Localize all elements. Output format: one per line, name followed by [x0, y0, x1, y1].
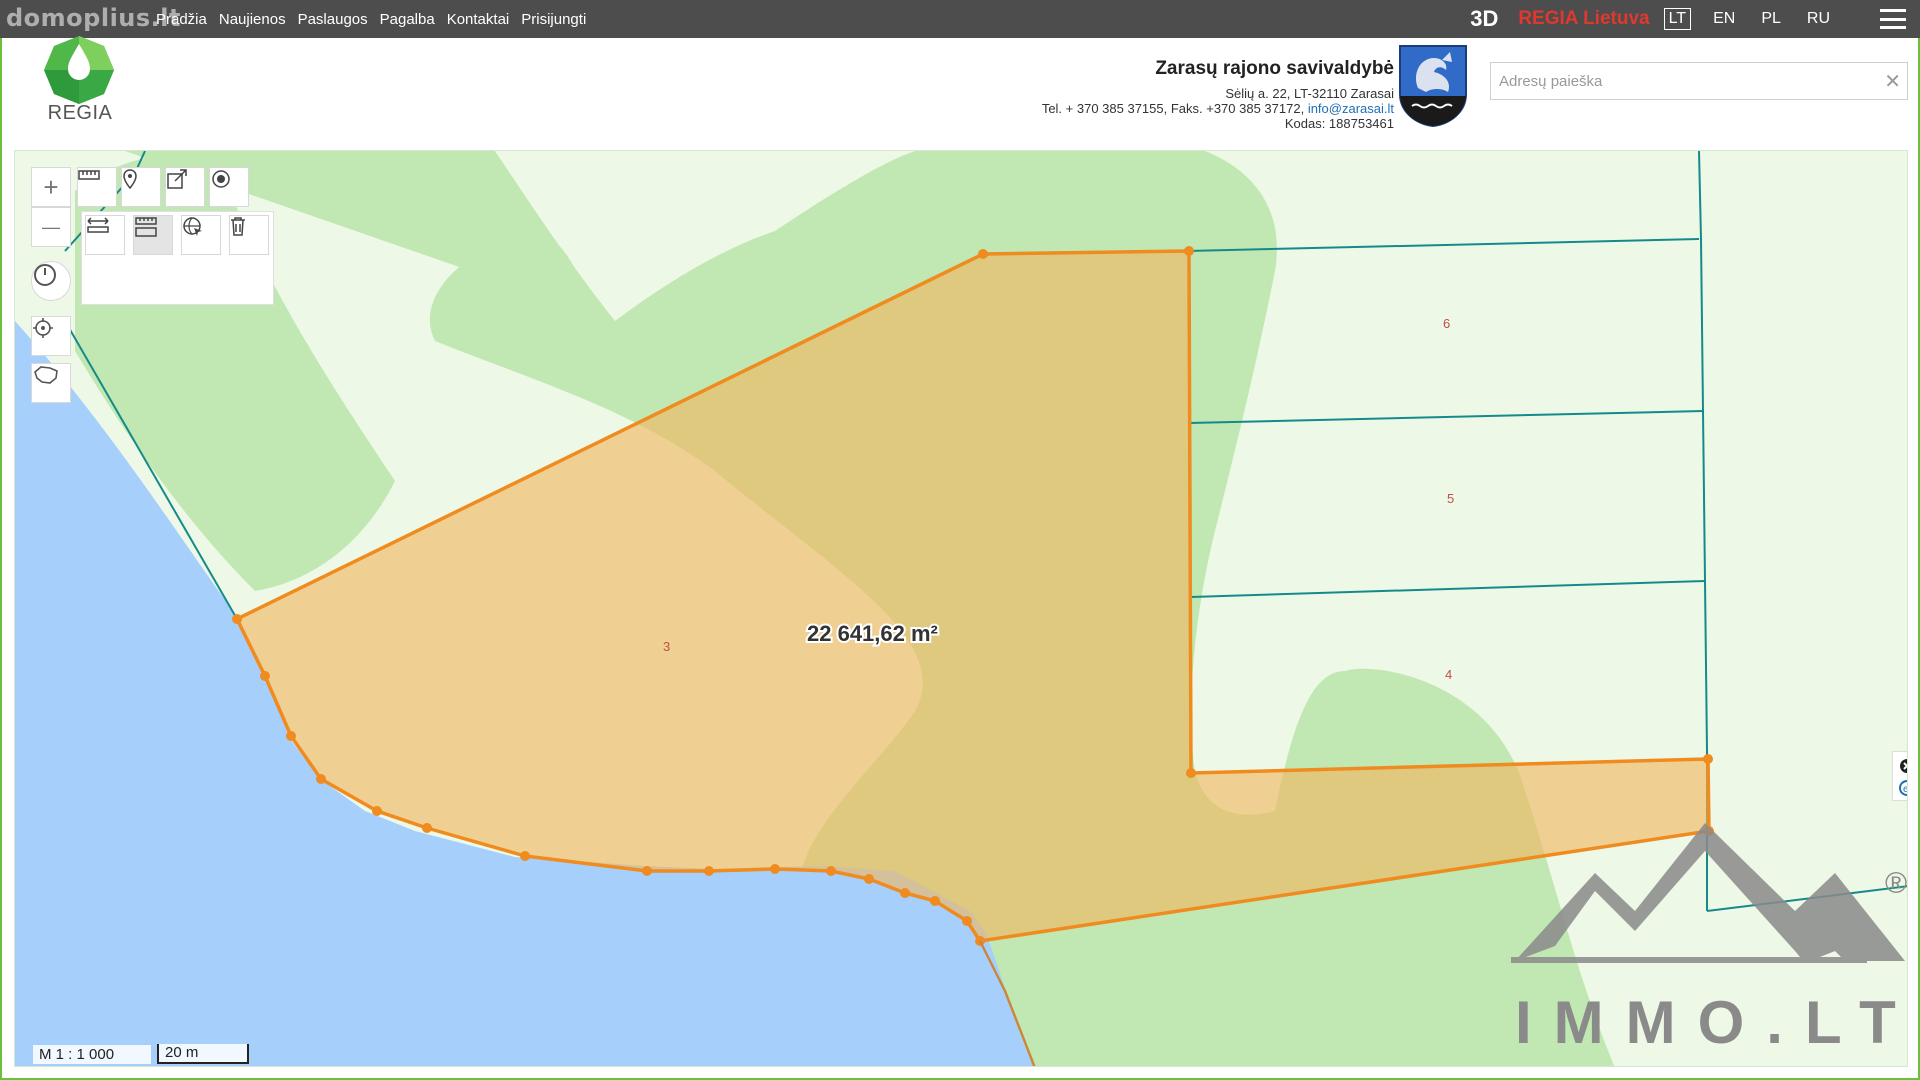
immo-brand-text: IMMO.LT: [1515, 989, 1908, 1056]
nav-help[interactable]: Pagalba: [380, 11, 435, 28]
clock-icon: [34, 264, 56, 286]
globe-cursor-icon: [183, 217, 202, 236]
hamburger-menu-icon[interactable]: [1880, 9, 1906, 29]
zoom-out-button[interactable]: —: [31, 207, 71, 247]
address-search-input[interactable]: [1491, 63, 1871, 99]
map-scale: M 1 : 1 000 20 m: [33, 1043, 249, 1065]
municipality-name: Zarasų rajono savivaldybė: [1155, 58, 1394, 79]
clear-search-icon[interactable]: ✕: [1884, 69, 1901, 94]
lang-lt[interactable]: LT: [1663, 8, 1692, 30]
delete-tool-button[interactable]: [229, 215, 269, 255]
top-right-controls: 3D REGIA Lietuva LT EN PL RU: [1470, 0, 1906, 38]
parcel-number-5: 5: [1447, 491, 1454, 506]
registered-mark: ®: [1885, 867, 1907, 900]
3d-mode-button[interactable]: 3D: [1470, 6, 1498, 32]
main-nav: Pradžia Naujienos Paslaugos Pagalba Kont…: [156, 0, 586, 38]
locate-button[interactable]: [31, 316, 71, 356]
ruler-tool-button[interactable]: [77, 167, 117, 207]
nav-services[interactable]: Paslaugos: [298, 11, 368, 28]
top-navigation-bar: domoplius.lt Pradžia Naujienos Paslaugos…: [0, 0, 1920, 38]
parcel-number-6: 6: [1443, 316, 1450, 331]
pin-icon: [123, 169, 137, 190]
address-search-box: ✕: [1490, 62, 1908, 100]
municipality-phones: Tel. + 370 385 37155, Faks. +370 385 371…: [1041, 101, 1394, 116]
target-icon: [212, 170, 230, 188]
municipality-crest-icon: [1399, 45, 1467, 128]
area-tool-button[interactable]: [133, 215, 173, 255]
lithuania-map-icon: [34, 366, 58, 384]
svg-text:e: e: [1903, 784, 1908, 795]
point-tool-button[interactable]: [209, 167, 249, 207]
zoom-in-button[interactable]: +: [31, 167, 71, 207]
history-button[interactable]: [31, 261, 71, 301]
nav-contacts[interactable]: Kontaktai: [447, 11, 510, 28]
municipality-code: Kodas: 188753461: [1284, 116, 1394, 131]
municipality-address: Sėlių a. 22, LT-32110 Zarasai: [1225, 86, 1394, 101]
regia-lietuva-link[interactable]: REGIA Lietuva: [1518, 8, 1649, 30]
marker-tool-button[interactable]: [121, 167, 161, 207]
crosshair-icon: [33, 318, 53, 338]
nav-news[interactable]: Naujienos: [219, 11, 286, 28]
area-measurement-label: 22 641,62 m²: [807, 621, 938, 646]
scale-ratio: M 1 : 1 000: [33, 1044, 151, 1064]
distance-tool-button[interactable]: [85, 215, 125, 255]
map-canvas[interactable]: 3 4 5 6 22 641,62 m² IMMO.LT ®: [15, 151, 1908, 1067]
lang-en[interactable]: EN: [1709, 9, 1739, 29]
nav-home[interactable]: Pradžia: [156, 11, 207, 28]
distance-icon: [87, 217, 109, 233]
country-extent-button[interactable]: [31, 363, 71, 403]
scale-bar: 20 m: [157, 1044, 249, 1064]
area-measure-icon: [135, 217, 157, 237]
municipality-info: Zarasų rajono savivaldybė Sėlių a. 22, L…: [1042, 58, 1394, 131]
nav-login[interactable]: Prisijungti: [521, 11, 586, 28]
lang-pl[interactable]: PL: [1757, 9, 1785, 29]
parcel-number-3: 3: [663, 639, 670, 654]
side-panel-icons: e: [1899, 759, 1908, 796]
select-tool-button[interactable]: [181, 215, 221, 255]
share-icon: [167, 169, 187, 189]
share-tool-button[interactable]: [165, 167, 205, 207]
lang-ru[interactable]: RU: [1803, 9, 1834, 29]
trash-icon: [231, 217, 245, 236]
municipality-email-link[interactable]: info@zarasai.lt: [1308, 101, 1394, 116]
parcel-number-4: 4: [1445, 667, 1452, 682]
ruler-icon: [78, 170, 100, 180]
regia-logo-text: REGIA: [47, 102, 113, 124]
side-mini-panel: e: [1892, 751, 1908, 801]
map-viewport[interactable]: 3 4 5 6 22 641,62 m² IMMO.LT ® + — M 1:…: [14, 150, 1908, 1067]
